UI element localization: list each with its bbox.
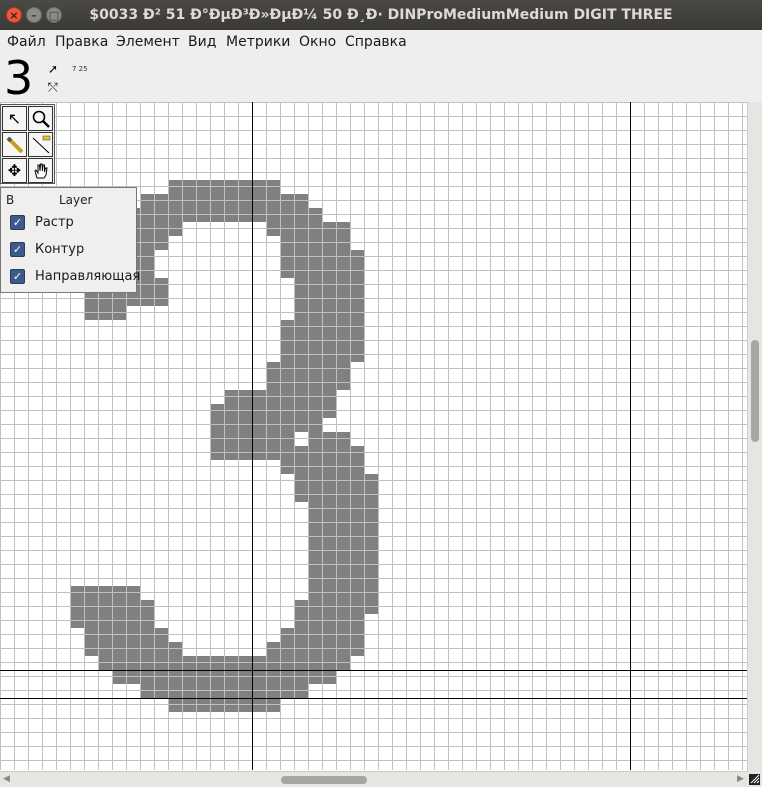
menu-metrics[interactable]: Метрики [226,34,290,50]
menu-edit[interactable]: Правка [55,34,108,50]
checkbox-checked-icon[interactable]: ✓ [10,215,25,230]
menu-view[interactable]: Вид [188,34,216,50]
move-arrows-icon: ✥ [7,161,22,180]
layer-label: Контур [35,242,85,257]
magnifier-icon [31,110,51,133]
vertical-scroll-thumb[interactable] [751,340,759,442]
glyph-preview: 3 [4,51,34,105]
layer-label: Растр [35,215,74,230]
coordinate-readout: 7 25 [72,65,88,73]
layer-label: Направляющая [35,269,141,284]
line-icon [31,135,51,159]
scroll-right-icon[interactable]: ▶ [737,774,744,784]
glyph-info-bar: 3 ➚ 7 25 ⤲ [0,54,762,103]
line-tool[interactable] [28,132,53,157]
arrow-pointer-icon: ↖ [7,109,22,128]
menu-file[interactable]: Файл [7,34,46,50]
menu-element[interactable]: Элемент [116,34,180,50]
menu-window[interactable]: Окно [299,34,336,50]
pencil-tool[interactable] [2,132,27,157]
checkbox-checked-icon[interactable]: ✓ [10,242,25,257]
checkbox-checked-icon[interactable]: ✓ [10,269,25,284]
layers-visible-header: B [6,193,15,207]
arrow-pointer-icon: ➚ [48,62,59,76]
hand-tool[interactable] [28,158,53,183]
magnify-tool[interactable] [28,106,53,131]
title-bar: × – □ $0033 Ð² 51 Ð°ÐµÐ³Ð»ÐµÐ¼ 50 Ð¸Ð· D… [0,0,762,30]
arrow-crosshair-icon: ⤲ [48,80,58,94]
resize-grip-icon[interactable] [747,771,762,787]
menu-help[interactable]: Справка [345,34,407,50]
tool-palette: ↖ ✥ [0,104,55,184]
menu-bar: Файл Правка Элемент Вид Метрики Окно Спр… [0,30,762,54]
horizontal-scrollbar[interactable]: ◀ ▶ [0,771,747,787]
horizontal-scroll-thumb[interactable] [281,776,367,784]
pencil-icon [5,136,25,159]
move-tool[interactable]: ✥ [2,158,27,183]
hand-icon [31,163,51,185]
window-title: $0033 Ð² 51 Ð°ÐµÐ³Ð»ÐµÐ¼ 50 Ð¸Ð· DINProM… [89,7,673,23]
layers-name-header: Layer [59,193,93,207]
layers-panel: B Layer ✓ Растр ✓ Контур ✓ Направляющая [0,187,141,293]
pointer-tool[interactable]: ↖ [2,106,27,131]
scroll-left-icon[interactable]: ◀ [3,774,10,784]
vertical-scrollbar[interactable] [747,102,762,772]
